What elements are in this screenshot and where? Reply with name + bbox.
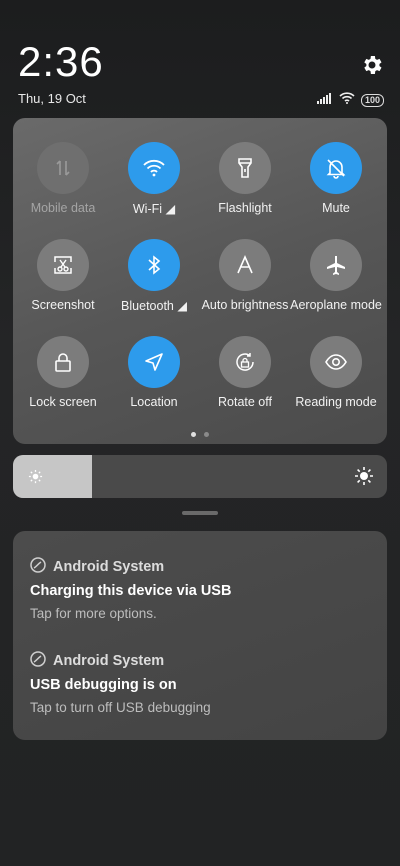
notification-title[interactable]: USB debugging is on [30, 677, 177, 693]
tile-label: Bluetooth ◢ [121, 299, 187, 313]
tile-aeroplane-mode[interactable]: Aeroplane mode [290, 239, 382, 312]
android-system-icon [30, 557, 46, 577]
tile-location[interactable]: Location [108, 336, 200, 409]
notification-app-name: Android System [53, 653, 165, 669]
tile-label: Lock screen [29, 395, 97, 409]
tile-label: Mobile data [30, 201, 96, 215]
rotate-lock-icon [219, 336, 271, 388]
wifi-status-icon [339, 91, 355, 109]
signal-icon [316, 91, 333, 109]
aeroplane-icon [310, 239, 362, 291]
auto-brightness-icon [219, 239, 271, 291]
tile-label: Screenshot [31, 298, 95, 312]
notification-group: Android System Charging this device via … [13, 531, 387, 740]
tile-label: Location [130, 395, 178, 409]
tile-screenshot[interactable]: Screenshot [17, 239, 109, 312]
tile-label: Aeroplane mode [290, 298, 382, 312]
notification-header: Android System [30, 557, 164, 577]
page-indicator [13, 432, 387, 437]
page-dot[interactable] [204, 432, 209, 437]
settings-gear-icon[interactable] [360, 53, 384, 77]
drag-handle[interactable] [182, 511, 218, 515]
brightness-slider[interactable] [13, 455, 387, 498]
mobile-data-icon [37, 142, 89, 194]
lock-icon [37, 336, 89, 388]
notification-header: Android System [30, 651, 164, 671]
location-icon [128, 336, 180, 388]
tile-rotate[interactable]: Rotate off [199, 336, 291, 409]
flashlight-icon [219, 142, 271, 194]
wifi-icon [128, 142, 180, 194]
tile-label: Wi-Fi ◢ [132, 202, 176, 216]
notification-app-name: Android System [53, 559, 165, 575]
tile-label: Rotate off [218, 395, 272, 409]
eye-icon [310, 336, 362, 388]
brightness-low-icon [28, 469, 43, 489]
tile-label: Flashlight [218, 201, 272, 215]
battery-indicator: 100 [360, 93, 384, 107]
tile-flashlight[interactable]: Flashlight [199, 142, 291, 215]
brightness-high-icon [354, 466, 374, 491]
tile-bluetooth[interactable]: Bluetooth ◢ [108, 239, 200, 313]
clock[interactable]: 2:36 [18, 38, 104, 86]
notification-body[interactable]: Tap for more options. [30, 606, 157, 621]
notification-title[interactable]: Charging this device via USB [30, 583, 231, 599]
tile-label: Reading mode [295, 395, 377, 409]
date-label: Thu, 19 Oct [18, 91, 86, 106]
status-icons: 100 [316, 91, 384, 109]
mute-icon [310, 142, 362, 194]
tile-auto-brightness[interactable]: Auto brightness [199, 239, 291, 312]
tile-mobile-data[interactable]: Mobile data [17, 142, 109, 215]
page-dot-active[interactable] [191, 432, 196, 437]
android-system-icon [30, 651, 46, 671]
screenshot-icon [37, 239, 89, 291]
tile-wifi[interactable]: Wi-Fi ◢ [108, 142, 200, 216]
tile-mute[interactable]: Mute [290, 142, 382, 215]
tile-lock-screen[interactable]: Lock screen [17, 336, 109, 409]
notification-body[interactable]: Tap to turn off USB debugging [30, 700, 211, 715]
brightness-fill [13, 455, 92, 498]
quick-settings-panel: Mobile data Wi-Fi ◢ Flashlight Mute Scre… [13, 118, 387, 444]
tile-reading-mode[interactable]: Reading mode [290, 336, 382, 409]
tile-label: Auto brightness [201, 298, 289, 312]
tile-label: Mute [322, 201, 350, 215]
bluetooth-icon [128, 239, 180, 291]
